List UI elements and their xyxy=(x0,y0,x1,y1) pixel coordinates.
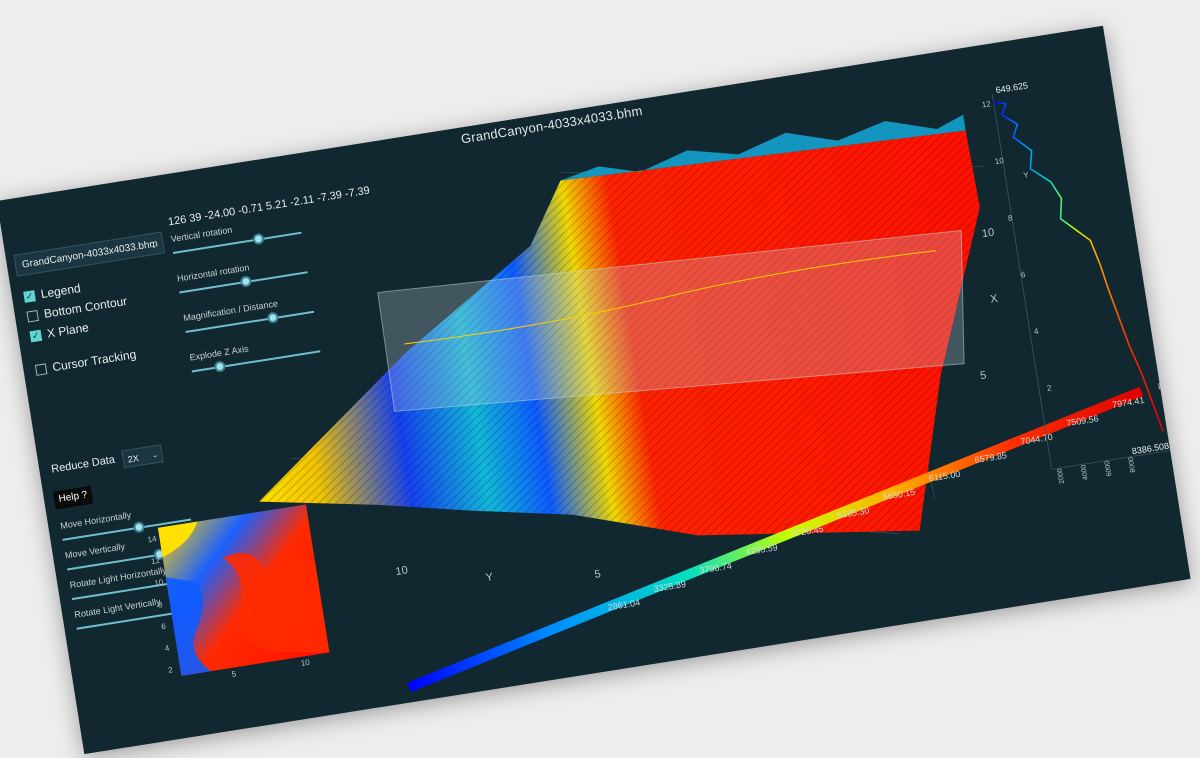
slider-thumb[interactable] xyxy=(239,275,253,288)
app-window: GrandCanyon-4033x4033.bhm 10 5 Y 10 5 X … xyxy=(0,0,1200,755)
checkbox-label: Cursor Tracking xyxy=(51,347,138,375)
colorbar-tick-label: 3790.74 xyxy=(699,561,733,576)
profile-y-tick: 2 xyxy=(1046,383,1052,393)
minimap-x-tick: 10 xyxy=(300,657,311,669)
profile-x-tick: 8000 xyxy=(1128,456,1137,473)
profile-y-tick: 10 xyxy=(994,156,1005,166)
checkbox-box-icon xyxy=(34,362,48,376)
minimap-y-tick: 14 xyxy=(146,534,158,545)
checkbox-label: Legend xyxy=(39,281,82,302)
profile-x-tick: 6000 xyxy=(1104,460,1113,477)
slider-thumb[interactable] xyxy=(251,232,265,246)
colorbar-tick-label: 2861.04 xyxy=(607,597,641,612)
surface-x-tick: 5 xyxy=(979,369,987,382)
help-button[interactable]: Help ? xyxy=(52,485,94,510)
surface-x-label: X xyxy=(989,293,999,306)
checkbox-label: X Plane xyxy=(46,320,90,341)
profile-y-tick: 4 xyxy=(1033,327,1039,337)
app-frame: GrandCanyon-4033x4033.bhm 10 5 Y 10 5 X … xyxy=(0,25,1191,755)
chevron-down-icon: ⌄ xyxy=(149,239,159,251)
elevation-minimap[interactable]: 14 12 10 8 6 4 2 5 10 xyxy=(147,504,330,679)
reduce-data-value: 2X xyxy=(127,452,140,465)
checkbox-box-icon xyxy=(26,309,39,323)
profile-y-tick: 8 xyxy=(1007,213,1013,223)
surface-y-tick: 10 xyxy=(395,564,409,578)
surface-y-tick: 5 xyxy=(594,568,602,581)
chevron-down-icon: ⌄ xyxy=(151,449,160,460)
reduce-data-label: Reduce Data xyxy=(50,453,116,476)
reduce-data-select[interactable]: 2X ⌄ xyxy=(121,444,164,469)
slider-thumb[interactable] xyxy=(266,311,280,324)
minimap-y-tick: 12 xyxy=(150,555,161,567)
profile-y-label: Y xyxy=(1023,170,1030,180)
checkbox-check-icon: ✓ xyxy=(29,329,43,342)
cursor-tracking-checkbox[interactable]: Cursor Tracking xyxy=(34,347,138,377)
profile-y-tick: 6 xyxy=(1020,270,1026,280)
legend-checkbox[interactable]: ✓ Legend xyxy=(23,281,82,304)
minimap-y-tick: 10 xyxy=(153,577,165,588)
colorbar-tick-label: 3325.89 xyxy=(653,579,687,594)
colorbar-tick-label: 8470.25 xyxy=(1157,377,1190,392)
slider-thumb[interactable] xyxy=(132,521,145,534)
profile-bottom-value: 8386.508 xyxy=(1131,441,1170,457)
surface-x-tick: 10 xyxy=(981,226,995,240)
profile-x-tick: 4000 xyxy=(1080,464,1089,481)
profile-top-value: 649.625 xyxy=(995,80,1029,95)
x-plane-checkbox[interactable]: ✓ X Plane xyxy=(29,320,90,343)
profile-y-tick: 12 xyxy=(981,99,992,109)
checkbox-check-icon: ✓ xyxy=(23,289,36,303)
screenshot-stage: GrandCanyon-4033x4033.bhm 10 5 Y 10 5 X … xyxy=(0,0,1200,755)
slider-thumb[interactable] xyxy=(213,360,227,373)
profile-x-tick: 2000 xyxy=(1057,468,1066,485)
surface-y-label: Y xyxy=(485,571,495,584)
